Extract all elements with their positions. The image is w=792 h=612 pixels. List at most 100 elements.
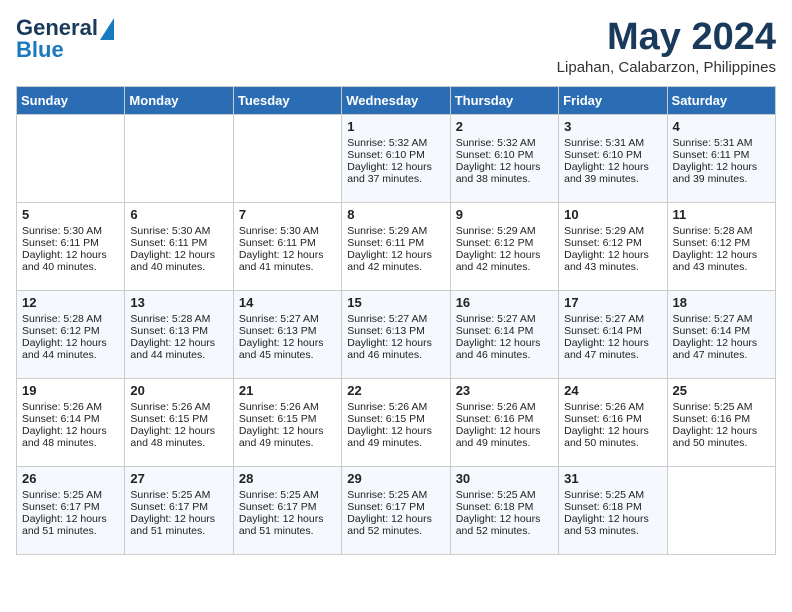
logo-triangle-icon [100,18,114,40]
day-number: 9 [456,207,553,222]
day-info: and 47 minutes. [673,349,770,361]
day-number: 30 [456,471,553,486]
day-info: Sunset: 6:16 PM [673,413,770,425]
day-info: Sunrise: 5:25 AM [673,401,770,413]
day-info: Sunset: 6:10 PM [564,149,661,161]
day-number: 16 [456,295,553,310]
day-info: Sunset: 6:13 PM [239,325,336,337]
day-info: Daylight: 12 hours [347,249,444,261]
day-info: Daylight: 12 hours [564,425,661,437]
calendar-cell: 14Sunrise: 5:27 AMSunset: 6:13 PMDayligh… [233,291,341,379]
day-info: Sunrise: 5:30 AM [22,225,119,237]
calendar-cell: 24Sunrise: 5:26 AMSunset: 6:16 PMDayligh… [559,379,667,467]
day-info: Daylight: 12 hours [347,337,444,349]
day-info: and 44 minutes. [22,349,119,361]
calendar-cell: 19Sunrise: 5:26 AMSunset: 6:14 PMDayligh… [17,379,125,467]
day-info: Sunrise: 5:27 AM [347,313,444,325]
calendar-cell: 15 Sunrise: 5:27 AMSunset: 6:13 PMDayligh… [342,291,450,379]
day-number: 31 [564,471,661,486]
day-number: 5 [22,207,119,222]
day-info: Sunset: 6:11 PM [347,237,444,249]
day-info: and 46 minutes. [456,349,553,361]
day-info: Daylight: 12 hours [22,337,119,349]
calendar-week-row: 5Sunrise: 5:30 AMSunset: 6:11 PMDaylight… [17,203,776,291]
day-info: Sunset: 6:14 PM [564,325,661,337]
day-info: Sunset: 6:17 PM [239,501,336,513]
calendar-cell: 2Sunrise: 5:32 AMSunset: 6:10 PMDaylight… [450,115,558,203]
day-number: 19 [22,383,119,398]
day-info: and 41 minutes. [239,261,336,273]
day-number: 18 [673,295,770,310]
day-info: and 47 minutes. [564,349,661,361]
calendar-cell: 6Sunrise: 5:30 AMSunset: 6:11 PMDaylight… [125,203,233,291]
day-info: Daylight: 12 hours [564,161,661,173]
day-info: Daylight: 12 hours [239,249,336,261]
day-info: and 37 minutes. [347,173,444,185]
calendar-table: SundayMondayTuesdayWednesdayThursdayFrid… [16,86,776,555]
day-info: and 39 minutes. [564,173,661,185]
day-number: 20 [130,383,227,398]
day-info: Daylight: 12 hours [347,425,444,437]
calendar-cell: 4Sunrise: 5:31 AMSunset: 6:11 PMDaylight… [667,115,775,203]
day-number: 27 [130,471,227,486]
day-number: 7 [239,207,336,222]
calendar-cell: 9Sunrise: 5:29 AMSunset: 6:12 PMDaylight… [450,203,558,291]
calendar-cell: 17Sunrise: 5:27 AMSunset: 6:14 PMDayligh… [559,291,667,379]
day-number: 21 [239,383,336,398]
day-info: Sunset: 6:12 PM [673,237,770,249]
weekday-label: Friday [559,87,667,115]
day-info: and 45 minutes. [239,349,336,361]
calendar-cell: 26Sunrise: 5:25 AMSunset: 6:17 PMDayligh… [17,467,125,555]
day-info: and 51 minutes. [130,525,227,537]
day-info: Daylight: 12 hours [239,425,336,437]
day-info: Sunrise: 5:32 AM [456,137,553,149]
day-info: Sunrise: 5:31 AM [673,137,770,149]
day-info: Sunset: 6:17 PM [22,501,119,513]
day-info: Sunset: 6:11 PM [239,237,336,249]
day-info: Sunrise: 5:29 AM [347,225,444,237]
day-number: 22 [347,383,444,398]
weekday-label: Thursday [450,87,558,115]
day-info: Daylight: 12 hours [456,425,553,437]
day-number: 24 [564,383,661,398]
day-info: Daylight: 12 hours [456,337,553,349]
day-info: Sunset: 6:15 PM [239,413,336,425]
day-info: and 44 minutes. [130,349,227,361]
day-info: and 49 minutes. [239,437,336,449]
day-info: Sunrise: 5:28 AM [22,313,119,325]
calendar-cell: 12Sunrise: 5:28 AMSunset: 6:12 PMDayligh… [17,291,125,379]
weekday-label: Sunday [17,87,125,115]
day-info: Sunset: 6:16 PM [564,413,661,425]
day-info: Sunrise: 5:26 AM [239,401,336,413]
day-info: Sunset: 6:11 PM [130,237,227,249]
day-info: Daylight: 12 hours [564,513,661,525]
day-number: 29 [347,471,444,486]
day-info: Sunset: 6:13 PM [347,325,444,337]
day-number: 15 [347,295,444,310]
day-info: Daylight: 12 hours [347,513,444,525]
calendar-cell: 29Sunrise: 5:25 AMSunset: 6:17 PMDayligh… [342,467,450,555]
day-number: 17 [564,295,661,310]
day-info: Daylight: 12 hours [22,513,119,525]
day-info: Sunrise: 5:28 AM [130,313,227,325]
day-info: Daylight: 12 hours [456,513,553,525]
calendar-cell: 25Sunrise: 5:25 AMSunset: 6:16 PMDayligh… [667,379,775,467]
day-info: and 49 minutes. [456,437,553,449]
month-title: May 2024 [557,16,776,59]
day-info: and 43 minutes. [673,261,770,273]
day-info: Sunset: 6:18 PM [456,501,553,513]
calendar-cell: 22Sunrise: 5:26 AMSunset: 6:15 PMDayligh… [342,379,450,467]
day-info: Sunrise: 5:26 AM [130,401,227,413]
calendar-week-row: 12Sunrise: 5:28 AMSunset: 6:12 PMDayligh… [17,291,776,379]
day-info: and 49 minutes. [347,437,444,449]
calendar-cell [667,467,775,555]
day-number: 2 [456,119,553,134]
day-info: Sunrise: 5:30 AM [130,225,227,237]
calendar-cell [125,115,233,203]
day-info: Sunset: 6:12 PM [22,325,119,337]
day-info: and 39 minutes. [673,173,770,185]
day-info: Daylight: 12 hours [22,425,119,437]
day-info: Sunrise: 5:25 AM [130,489,227,501]
calendar-cell: 11Sunrise: 5:28 AMSunset: 6:12 PMDayligh… [667,203,775,291]
day-info: Daylight: 12 hours [456,161,553,173]
